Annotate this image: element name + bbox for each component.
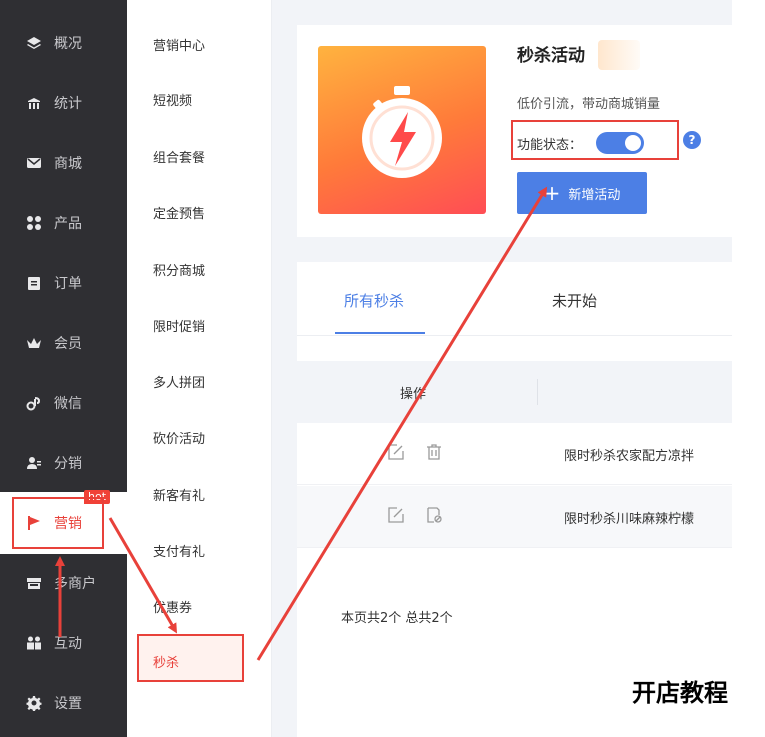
title-badge (598, 40, 640, 70)
sub-item-new-customer[interactable]: 新客有礼 (153, 485, 205, 504)
nav-item-label: 订单 (54, 276, 82, 292)
seckill-name: 限时秒杀农家配方凉拌 (564, 449, 695, 464)
stopwatch-image (318, 46, 486, 214)
plus-icon: + (543, 181, 561, 205)
activity-description: 低价引流，带动商城销量 (517, 97, 661, 112)
nav-item-label: 多商户 (54, 576, 96, 592)
nav-item-overview[interactable]: 概况 (0, 13, 127, 73)
column-separator (537, 379, 538, 405)
store-icon (26, 575, 42, 591)
add-activity-button[interactable]: + 新增活动 (517, 172, 647, 214)
nav-item-statistics[interactable]: 统计 (0, 73, 127, 133)
table-row: 限时秒杀川味麻辣柠檬 (297, 486, 732, 548)
tab-not-started[interactable]: 未开始 (552, 290, 597, 311)
watermark-text: 开店教程 (632, 679, 728, 707)
pagination-info: 本页共2个 总共2个 (341, 611, 453, 626)
grid-icon (26, 215, 42, 231)
sub-item-combo[interactable]: 组合套餐 (153, 147, 205, 166)
nav-item-label: 微信 (54, 396, 82, 412)
gear-icon (26, 695, 42, 711)
nav-item-multi-merchant[interactable]: 多商户 (0, 553, 127, 613)
nav-item-label: 会员 (54, 336, 82, 352)
nav-item-label: 分销 (54, 456, 82, 472)
disable-icon[interactable] (425, 506, 443, 524)
nav-item-label: 互动 (54, 636, 82, 652)
nav-item-interaction[interactable]: 互动 (0, 613, 127, 673)
nav-item-mall[interactable]: 商城 (0, 133, 127, 193)
highlight-box-seckill (137, 634, 244, 682)
crown-icon (26, 335, 42, 351)
edit-icon[interactable] (387, 443, 405, 461)
highlight-box-marketing (12, 497, 104, 549)
tab-all-seckill[interactable]: 所有秒杀 (344, 290, 404, 311)
sub-item-flash-promo[interactable]: 限时促销 (153, 316, 205, 335)
nav-item-label: 产品 (54, 216, 82, 232)
seckill-name: 限时秒杀川味麻辣柠檬 (564, 512, 695, 527)
layers-icon (26, 35, 42, 51)
sub-item-bargain[interactable]: 砍价活动 (153, 428, 205, 447)
highlight-box-status (511, 120, 679, 160)
nav-item-orders[interactable]: 订单 (0, 253, 127, 313)
main-content: 秒杀活动 低价引流，带动商城销量 功能状态： ? + 新增活动 所有秒杀 未开始… (272, 0, 732, 737)
tabs-divider (297, 335, 732, 336)
nav-item-wechat[interactable]: 微信 (0, 373, 127, 433)
column-header-operations: 操作 (400, 387, 427, 402)
edit-icon[interactable] (387, 506, 405, 524)
nav-item-settings[interactable]: 设置 (0, 673, 127, 733)
activity-title: 秒杀活动 (517, 46, 585, 66)
seckill-list-card: 所有秒杀 未开始 操作 限时秒杀农家配方凉拌 限时秒杀川味麻辣柠檬 本页共2个 … (297, 262, 732, 737)
nav-item-label: 统计 (54, 96, 82, 112)
delete-icon[interactable] (425, 443, 443, 461)
sub-item-group-buy[interactable]: 多人拼团 (153, 372, 205, 391)
sub-item-points-mall[interactable]: 积分商城 (153, 260, 205, 279)
sub-item-presale[interactable]: 定金预售 (153, 203, 205, 222)
nav-item-members[interactable]: 会员 (0, 313, 127, 373)
sub-item-short-video[interactable]: 短视频 (153, 90, 192, 109)
sub-item-marketing-center[interactable]: 营销中心 (153, 35, 205, 54)
people-icon (26, 635, 42, 651)
nav-item-products[interactable]: 产品 (0, 193, 127, 253)
nav-item-distribution[interactable]: 分销 (0, 433, 127, 493)
table-row: 限时秒杀农家配方凉拌 (297, 423, 732, 485)
mail-icon (26, 155, 42, 171)
stopwatch-icon (362, 86, 442, 178)
sub-item-pay-gift[interactable]: 支付有礼 (153, 541, 205, 560)
sub-nav: 营销中心 短视频 组合套餐 定金预售 积分商城 限时促销 多人拼团 砍价活动 新… (127, 0, 272, 737)
clipboard-icon (26, 275, 42, 291)
chart-icon (26, 95, 42, 111)
link-icon (26, 395, 42, 411)
nav-item-label: 概况 (54, 36, 82, 52)
nav-item-label: 设置 (54, 696, 82, 712)
help-icon[interactable]: ? (683, 131, 701, 149)
table-header: 操作 (297, 361, 732, 423)
left-nav: 概况 统计 商城 产品 订单 会员 微信 分销 营销 多商户 互动 设置 (0, 0, 127, 737)
add-activity-label: 新增活动 (568, 187, 621, 203)
active-tab-indicator (335, 332, 425, 334)
sub-item-coupon[interactable]: 优惠券 (153, 597, 192, 616)
nav-item-label: 商城 (54, 156, 82, 172)
users-icon (26, 455, 42, 471)
